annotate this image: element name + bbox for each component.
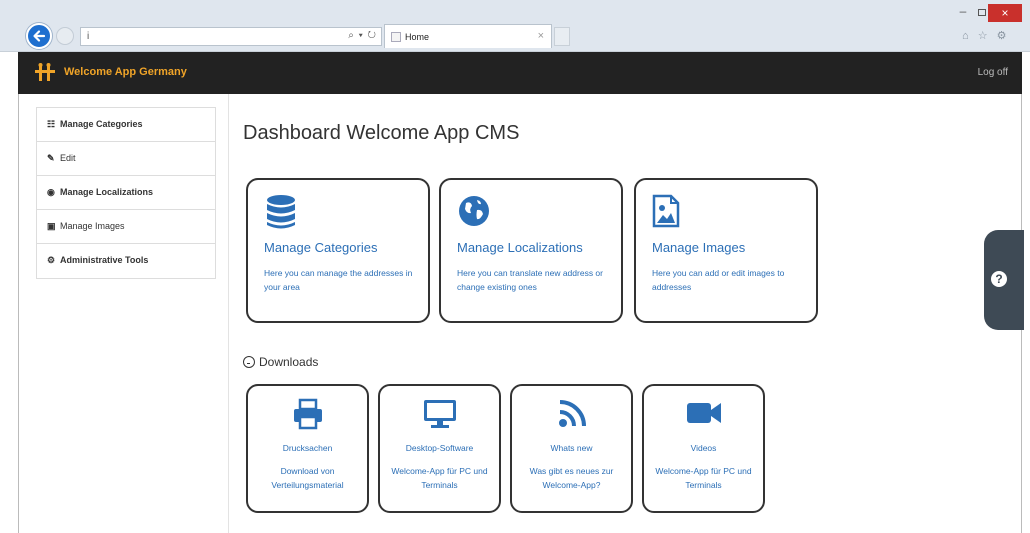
download-title: Videos [690, 443, 717, 453]
database-icon [267, 195, 295, 229]
download-tile-drucksachen[interactable]: Drucksachen Download von Verteilungsmate… [246, 384, 369, 513]
download-description: Download von Verteilungsmaterial [271, 466, 344, 490]
downloads-title-text: Downloads [259, 355, 319, 369]
sidebar-item-label: Manage Localizations [60, 187, 154, 197]
grid-icon: ☷ [47, 119, 56, 129]
app-navbar: Welcome App Germany Log off [18, 52, 1022, 94]
sidebar: ☷ Manage Categories ✎ Edit ◉ Manage Localiz… [36, 107, 216, 279]
address-bar[interactable]: i ⌕ ▾ ↻ [80, 27, 382, 46]
rss-icon [558, 400, 586, 427]
search-refresh-icons[interactable]: ⌕ ▾ ↻ [348, 30, 377, 41]
downloads-heading: Downloads [243, 355, 318, 369]
download-description: Welcome-App für PC und Terminals [655, 466, 752, 490]
logout-link[interactable]: Log off [978, 67, 1008, 78]
new-tab-button[interactable] [554, 27, 570, 46]
download-tile-videos[interactable]: Videos Welcome-App für PC und Terminals [642, 384, 765, 513]
gear-icon: ⚙ [47, 255, 56, 265]
desktop-icon [423, 400, 456, 428]
page-title: Dashboard Welcome App CMS [243, 122, 520, 144]
tile-manage-categories[interactable]: Manage Categories Here you can manage th… [246, 178, 430, 323]
video-camera-icon-wrap [644, 398, 763, 433]
pencil-icon: ✎ [47, 153, 55, 163]
download-title: Drucksachen [282, 443, 333, 453]
tile-manage-images[interactable]: Manage Images Here you can add or edit i… [634, 178, 818, 323]
tab-close-icon[interactable]: × [538, 30, 544, 42]
sidebar-item-label: Edit [60, 153, 76, 163]
address-text: i [87, 31, 90, 42]
printer-icon [293, 398, 322, 430]
desktop-icon-wrap [380, 398, 499, 435]
tile-manage-localizations[interactable]: Manage Localizations Here you can transl… [439, 178, 623, 323]
question-icon: ? [991, 271, 1007, 287]
download-description: Was gibt es neues zur Welcome-App? [529, 466, 614, 490]
browser-tab[interactable]: Home × [384, 24, 552, 48]
sidebar-item-label: Manage Images [60, 221, 125, 231]
sidebar-item-manage-images[interactable]: ▣ Manage Images [37, 210, 215, 244]
rss-icon-wrap [512, 398, 631, 435]
brand-name[interactable]: Welcome App Germany [64, 66, 187, 78]
sidebar-item-label: Manage Categories [60, 119, 143, 129]
tile-description: Here you can translate new address or ch… [457, 268, 603, 292]
download-tile-whats-new[interactable]: Whats new Was gibt es neues zur Welcome-… [510, 384, 633, 513]
printer-icon-wrap [248, 398, 367, 435]
tab-title: Home [405, 32, 430, 42]
download-title: Whats new [550, 443, 593, 453]
browser-tool-icons[interactable]: ⌂ ☆ ⚙ [962, 29, 1009, 42]
globe-icon: ◉ [47, 187, 55, 197]
tile-description: Here you can manage the addresses in you… [264, 268, 413, 292]
globe-icon [459, 196, 489, 226]
sidebar-item-manage-categories[interactable]: ☷ Manage Categories [37, 108, 215, 142]
window-close-button[interactable]: × [988, 4, 1022, 22]
back-button[interactable] [26, 23, 52, 49]
sidebar-item-edit[interactable]: ✎ Edit [37, 142, 215, 176]
download-tile-desktop-software[interactable]: Desktop-Software Welcome-App für PC und … [378, 384, 501, 513]
sidebar-item-label: Administrative Tools [60, 255, 149, 265]
sidebar-item-administrative-tools[interactable]: ⚙ Administrative Tools [37, 244, 215, 278]
tile-title: Manage Categories [264, 240, 378, 255]
image-file-icon [652, 194, 680, 228]
download-description: Welcome-App für PC und Terminals [391, 466, 488, 490]
favicon-icon [391, 32, 401, 42]
tile-title: Manage Localizations [457, 240, 583, 255]
brand-logo-icon[interactable] [34, 63, 58, 83]
window-minimize-button[interactable]: – [954, 5, 972, 20]
tile-description: Here you can add or edit images to addre… [652, 268, 785, 292]
forward-button[interactable] [56, 27, 74, 45]
arrow-left-icon [33, 30, 46, 42]
video-camera-icon [686, 403, 721, 423]
sidebar-divider [228, 94, 229, 533]
help-tab[interactable]: ? [984, 230, 1024, 330]
browser-chrome: i ⌕ ▾ ↻ Home × – × ⌂ ☆ ⚙ [0, 0, 1030, 52]
tile-title: Manage Images [652, 240, 746, 255]
image-icon: ▣ [47, 221, 56, 231]
download-title: Desktop-Software [405, 443, 474, 453]
maximize-icon [978, 9, 986, 16]
sidebar-item-manage-localizations[interactable]: ◉ Manage Localizations [37, 176, 215, 210]
download-circle-icon [243, 356, 255, 368]
